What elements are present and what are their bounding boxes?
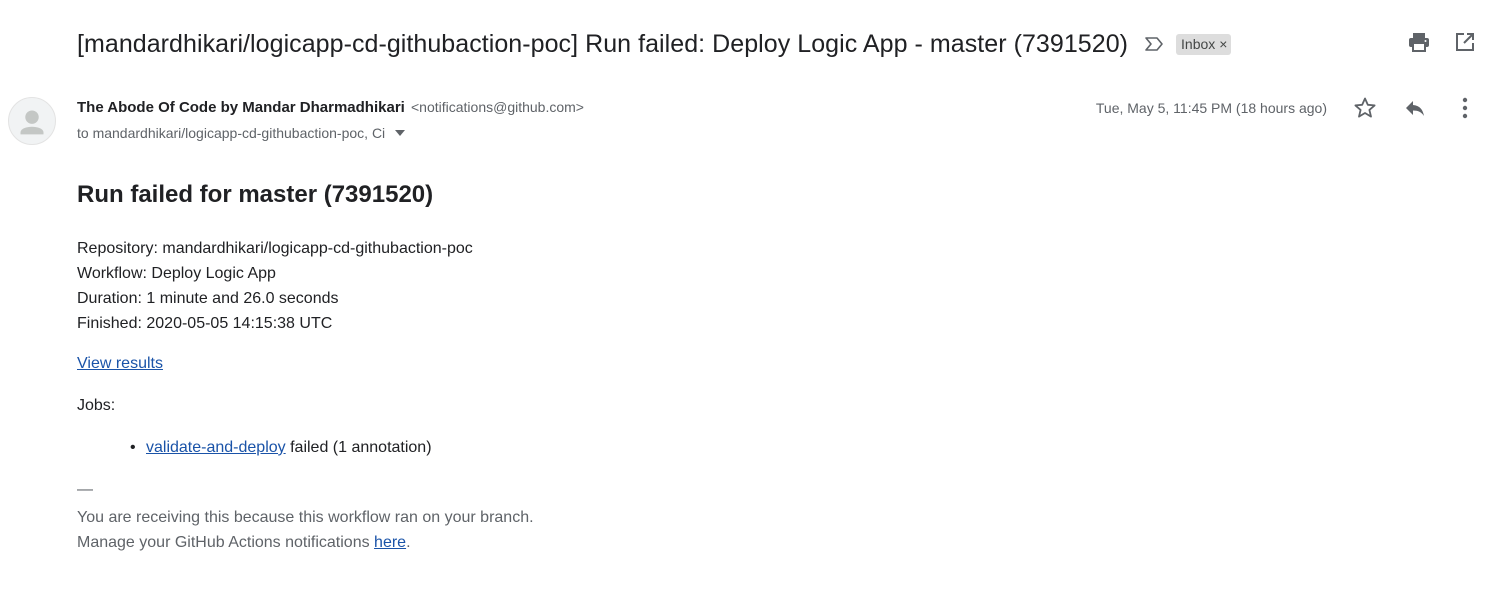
detail-workflow: Workflow: Deploy Logic App: [77, 265, 276, 282]
more-vert-icon[interactable]: [1453, 96, 1477, 120]
job-status: failed (1 annotation): [285, 439, 432, 456]
top-actions: [1407, 30, 1477, 54]
recipients-row: to mandardhikari/logicapp-cd-githubactio…: [77, 125, 406, 141]
footer-line-2-suffix: .: [406, 534, 411, 551]
reply-icon[interactable]: [1403, 96, 1427, 120]
body-heading: Run failed for master (7391520): [77, 181, 434, 208]
detail-repository: Repository: mandardhikari/logicapp-cd-gi…: [77, 240, 473, 257]
subject-row: [mandardhikari/logicapp-cd-githubaction-…: [77, 24, 1491, 64]
manage-notifications-link[interactable]: here: [374, 534, 406, 551]
bullet: •: [130, 439, 136, 456]
footer-line-2: Manage your GitHub Actions notifications…: [77, 530, 977, 555]
label-chip-inbox: Inbox ×: [1176, 33, 1232, 55]
sender-name: The Abode Of Code by Mandar Dharmadhikar…: [77, 99, 405, 116]
footer-line-2-prefix: Manage your GitHub Actions notifications: [77, 534, 375, 551]
open-in-new-window-icon[interactable]: [1453, 30, 1477, 54]
sender-email: <notifications@github.com>: [411, 99, 584, 115]
caret-down-icon[interactable]: [395, 130, 406, 136]
job-link-validate-and-deploy[interactable]: validate-and-deploy: [146, 439, 286, 456]
detail-duration: Duration: 1 minute and 26.0 seconds: [77, 290, 339, 307]
run-details: Repository: mandardhikari/logicapp-cd-gi…: [77, 236, 977, 336]
email-date: Tue, May 5, 11:45 PM (18 hours ago): [1095, 100, 1327, 116]
footer-divider: —: [77, 481, 93, 498]
email-subject: [mandardhikari/logicapp-cd-githubaction-…: [77, 29, 1129, 58]
jobs-label: Jobs:: [77, 397, 116, 414]
view-results-link[interactable]: View results: [77, 355, 163, 372]
print-icon[interactable]: [1407, 30, 1431, 54]
star-icon[interactable]: [1353, 96, 1377, 120]
list-item: • validate-and-deploy failed (1 annotati…: [130, 437, 977, 459]
email-body: Run failed for master (7391520) Reposito…: [77, 178, 977, 555]
detail-finished: Finished: 2020-05-05 14:15:38 UTC: [77, 315, 333, 332]
default-avatar-icon: [8, 97, 56, 145]
footer: You are receiving this because this work…: [77, 505, 977, 555]
jobs-list: • validate-and-deploy failed (1 annotati…: [77, 437, 977, 459]
important-marker-icon[interactable]: [1144, 36, 1164, 52]
footer-line-1: You are receiving this because this work…: [77, 509, 534, 526]
label-chip-text: Inbox: [1181, 35, 1216, 52]
label-remove-icon[interactable]: ×: [1219, 34, 1227, 55]
recipients-text: to mandardhikari/logicapp-cd-githubactio…: [77, 125, 386, 141]
sender-row: The Abode Of Code by Mandar Dharmadhikar…: [77, 99, 584, 116]
message-actions: [1353, 96, 1477, 120]
